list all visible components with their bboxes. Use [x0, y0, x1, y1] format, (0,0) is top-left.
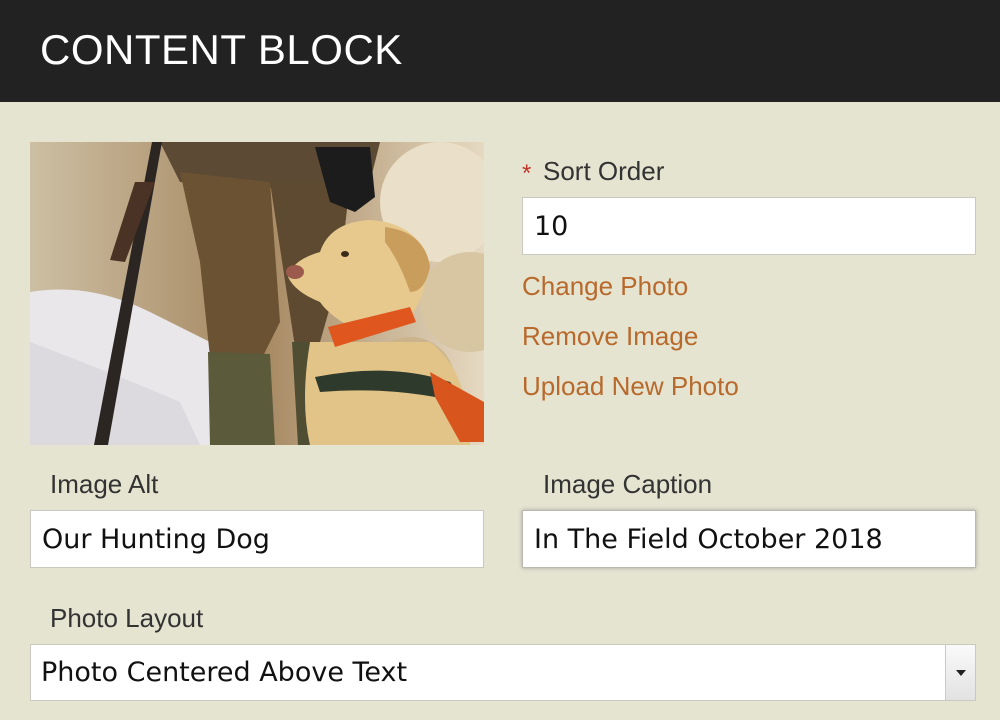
content-photo — [30, 142, 484, 445]
photo-layout-label: Photo Layout — [50, 603, 204, 633]
photo-layout-select[interactable]: Photo Centered Above Text — [30, 644, 976, 701]
dropdown-arrow-icon[interactable] — [945, 645, 975, 700]
required-indicator: * — [522, 160, 532, 187]
image-alt-input[interactable]: Our Hunting Dog — [30, 510, 484, 568]
remove-image-link[interactable]: Remove Image — [522, 321, 698, 352]
image-alt-label: Image Alt — [50, 469, 159, 499]
upload-new-photo-link[interactable]: Upload New Photo — [522, 371, 739, 402]
sort-order-label: Sort Order — [543, 156, 665, 186]
image-caption-input[interactable]: In The Field October 2018 — [522, 510, 976, 568]
image-caption-label: Image Caption — [543, 469, 713, 499]
hunting-dog-photo-image — [30, 142, 484, 445]
page-title: CONTENT BLOCK — [40, 26, 403, 73]
page-header: CONTENT BLOCK — [0, 0, 1000, 102]
change-photo-link[interactable]: Change Photo — [522, 271, 688, 302]
photo-layout-selected-value: Photo Centered Above Text — [41, 657, 408, 688]
sort-order-input[interactable]: 10 — [522, 197, 976, 255]
